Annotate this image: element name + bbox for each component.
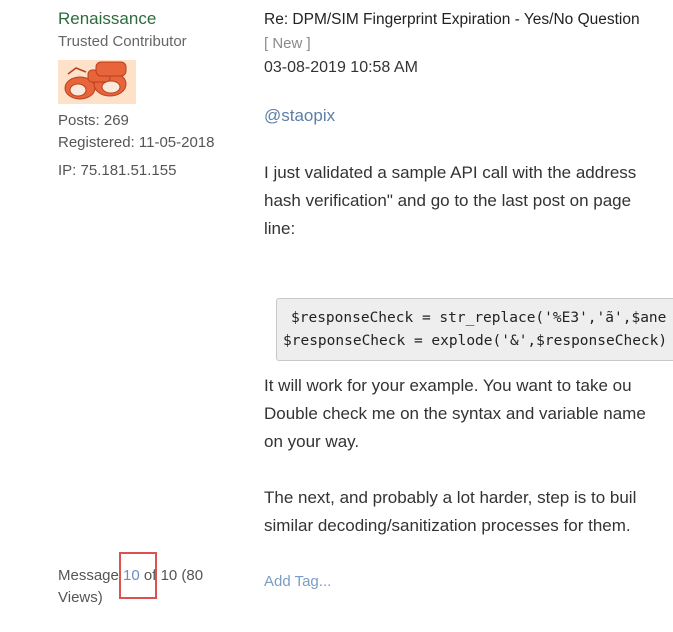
paragraph-line: The next, and probably a lot harder, ste… — [264, 488, 637, 507]
message-position-views: Views) — [58, 589, 103, 606]
message-position-prefix: Message — [58, 567, 124, 584]
author-posts: Posts: 269 — [58, 112, 129, 129]
paragraph-line: It will work for your example. You want … — [264, 376, 632, 395]
post-date: 03-08-2019 10:58 AM — [264, 59, 418, 76]
post-subject-link[interactable]: Re: DPM/SIM Fingerprint Expiration - Yes… — [264, 11, 640, 29]
code-line: $responseCheck = str_replace('%E3','ã',$… — [291, 310, 667, 326]
add-tag-link[interactable]: Add Tag... — [264, 573, 331, 590]
paragraph-line: on your way. — [264, 432, 360, 451]
highlight-annotation-box — [119, 552, 157, 599]
paragraph-line: I just validated a sample API call with … — [264, 163, 637, 182]
code-line: $responseCheck = explode('&',$responseCh… — [283, 333, 668, 349]
author-username-link[interactable]: Renaissance — [58, 9, 156, 29]
code-block: $responseCheck = str_replace('%E3','ã',$… — [276, 298, 673, 361]
paragraph-line: Double check me on the syntax and variab… — [264, 404, 646, 423]
author-avatar[interactable] — [58, 60, 136, 104]
author-ip: IP: 75.181.51.155 — [58, 162, 177, 179]
user-mention-link[interactable]: @stаopix — [264, 106, 335, 126]
author-rank: Trusted Contributor — [58, 33, 187, 50]
author-registered: Registered: 11-05-2018 — [58, 134, 215, 151]
binoculars-icon — [58, 60, 136, 104]
author-sidebar: Renaissance Trusted Contributor Posts: 2… — [0, 0, 250, 632]
paragraph-line: line: — [264, 219, 296, 238]
post-body: Re: DPM/SIM Fingerprint Expiration - Yes… — [264, 0, 673, 632]
paragraph-line: similar decoding/sanitization processes … — [264, 516, 631, 535]
paragraph-line: hash verification" and go to the last po… — [264, 191, 632, 210]
new-badge: [ New ] — [264, 35, 311, 52]
